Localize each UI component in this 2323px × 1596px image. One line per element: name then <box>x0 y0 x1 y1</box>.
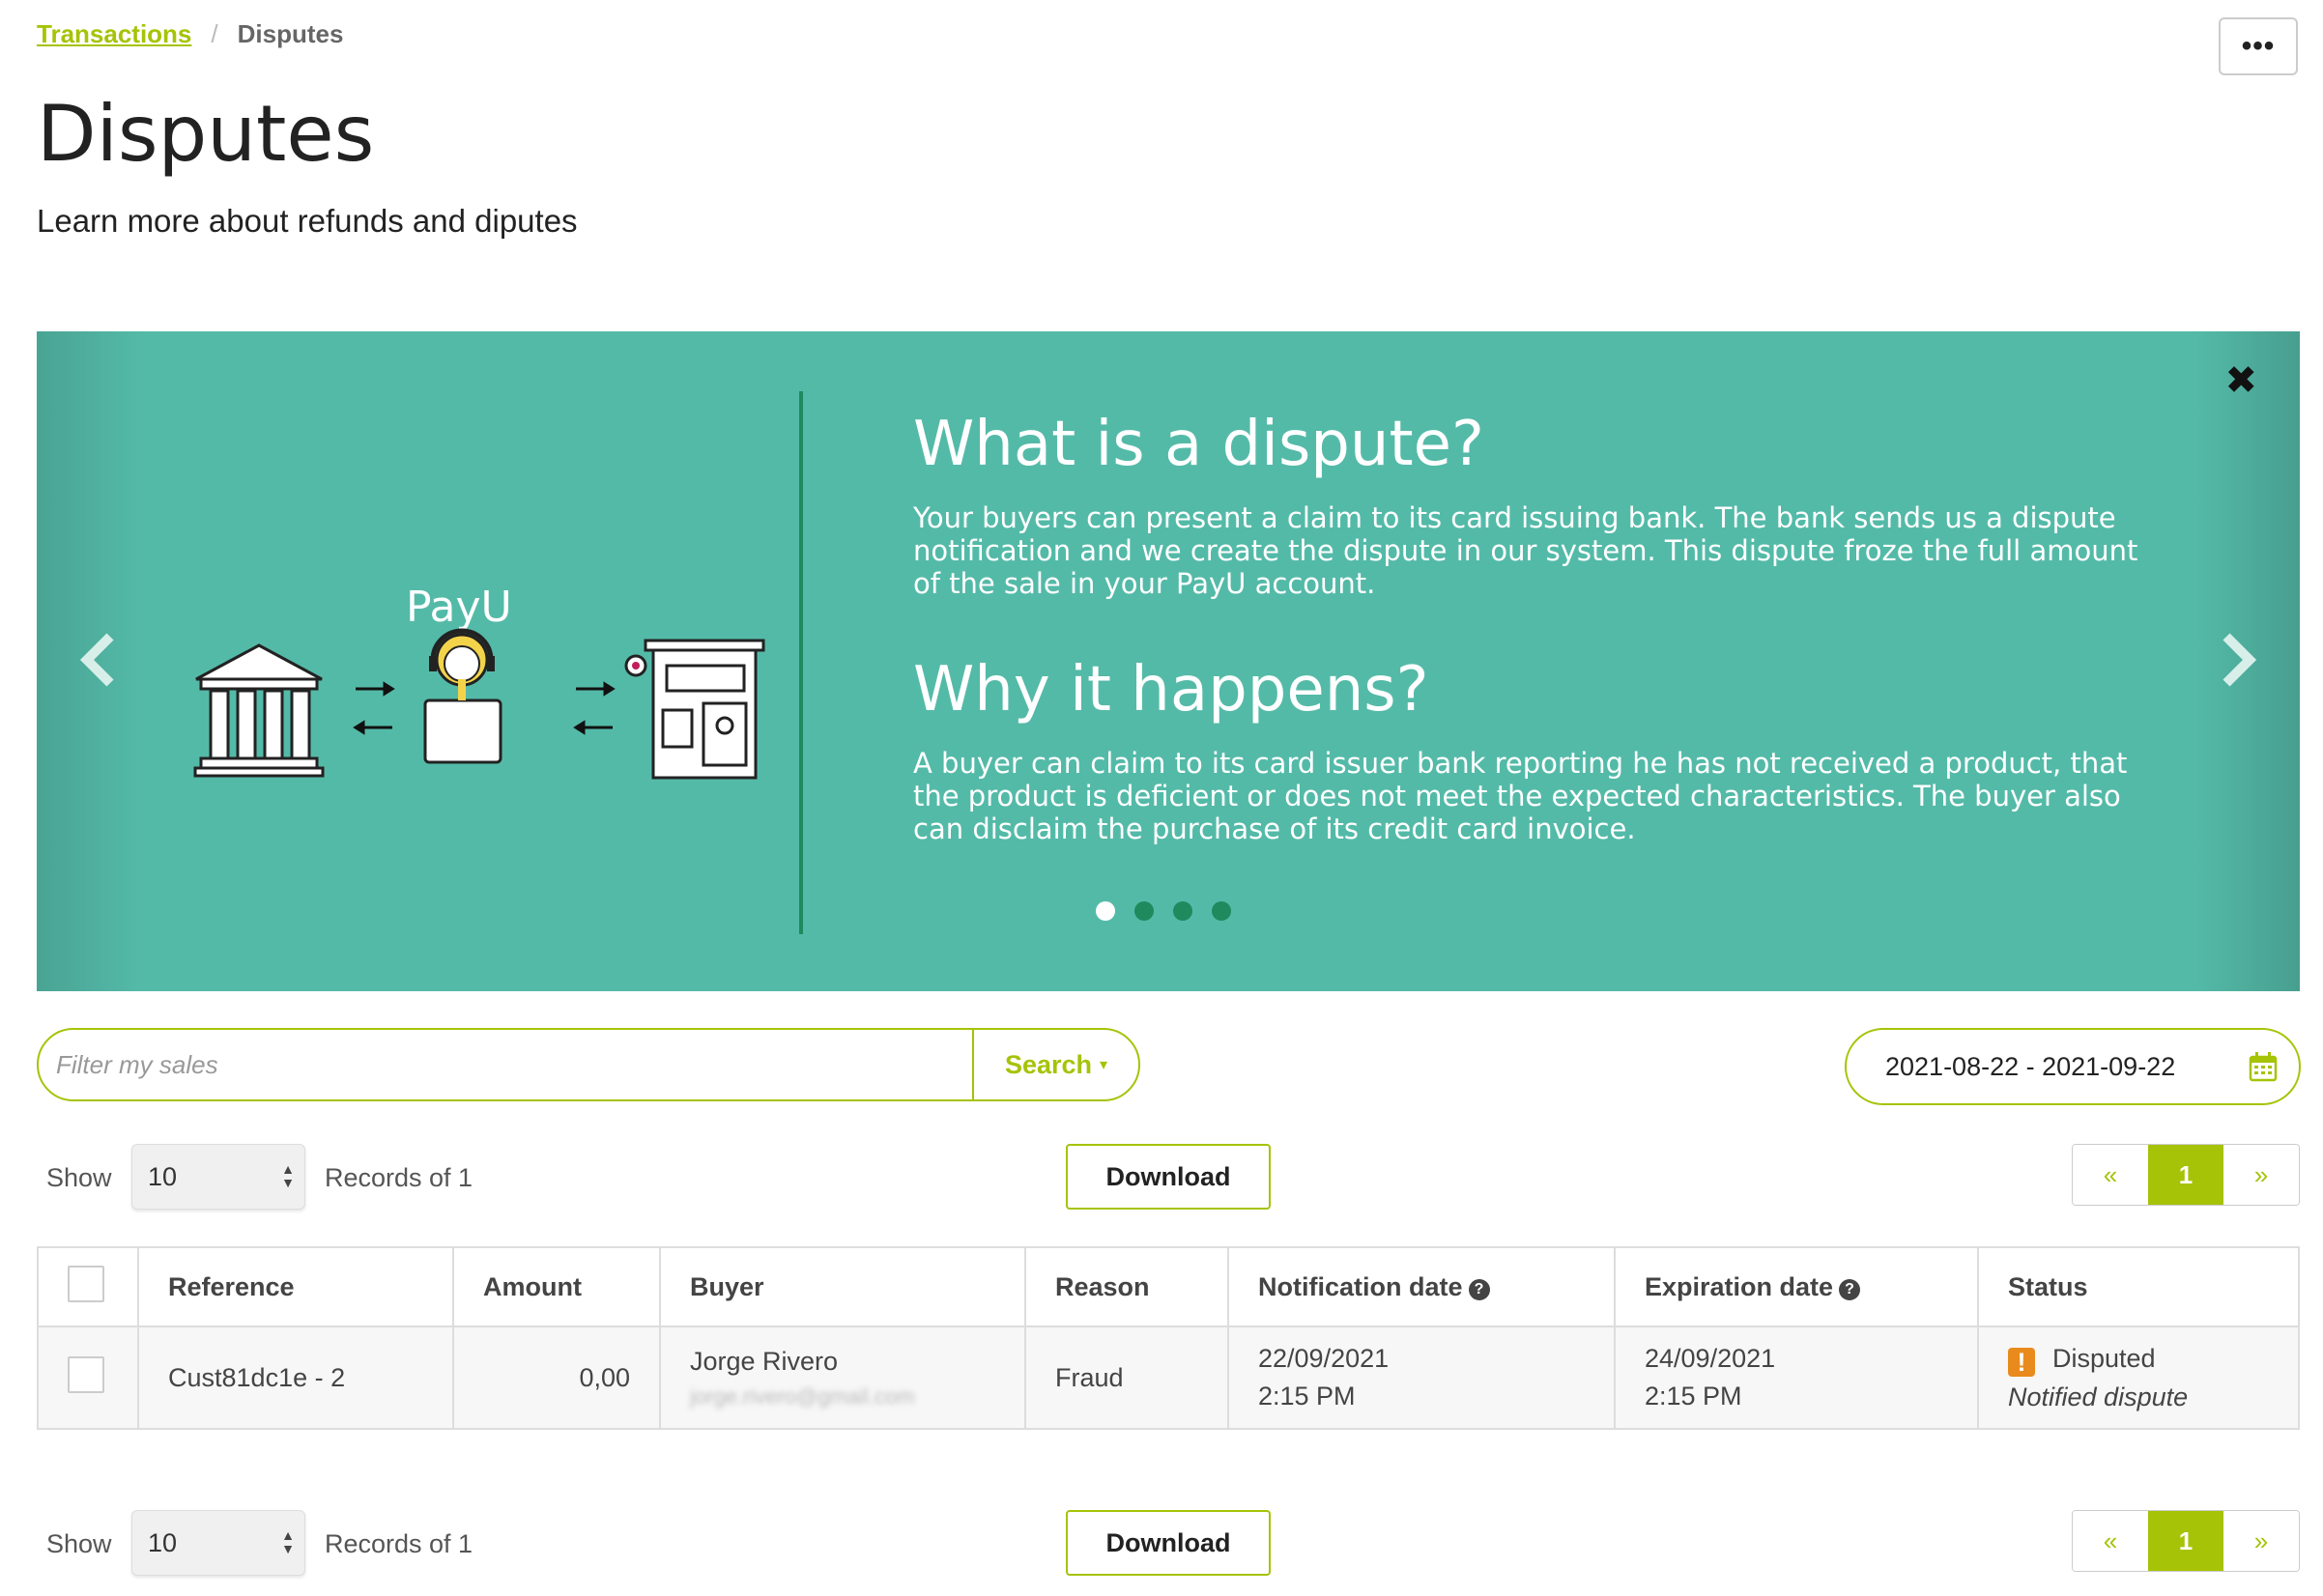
show-label: Show <box>46 1529 112 1558</box>
carousel-dot-1[interactable] <box>1096 901 1115 921</box>
notification-time: 2:15 PM <box>1258 1382 1356 1411</box>
carousel-dot-4[interactable] <box>1212 901 1231 921</box>
table-controls-bottom: Show 10 ▲ ▼ Records of 1 Download « 1 » <box>37 1510 2300 1580</box>
page-size-value: 10 <box>148 1527 178 1557</box>
pagination: « 1 » <box>2072 1144 2300 1206</box>
header-amount[interactable]: Amount <box>453 1247 661 1327</box>
breadcrumb-current: Disputes <box>237 19 344 48</box>
buyer-email: jorge.rivero@gmail.com <box>690 1383 915 1409</box>
row-checkbox[interactable] <box>68 1355 104 1393</box>
what-is-dispute-heading: What is a dispute? <box>913 409 1484 480</box>
header-expiration-date-label: Expiration date <box>1645 1271 1834 1301</box>
row-select-cell <box>38 1326 139 1429</box>
cell-reference: Cust81dc1e - 2 <box>138 1326 454 1429</box>
breadcrumb-transactions-link[interactable]: Transactions <box>37 19 191 49</box>
page-size-select[interactable]: 10 ▲ ▼ <box>131 1144 305 1210</box>
carousel-dot-3[interactable] <box>1173 901 1192 921</box>
table-controls-top: Show 10 ▲ ▼ Records of 1 Download « 1 » <box>37 1144 2300 1213</box>
pagination-page-1[interactable]: 1 <box>2148 1511 2223 1571</box>
header-status[interactable]: Status <box>1978 1247 2300 1327</box>
warning-icon: ! <box>2008 1347 2035 1377</box>
close-banner-icon[interactable]: ✖ <box>2224 358 2257 403</box>
expiration-date: 24/09/2021 <box>1645 1344 1776 1373</box>
what-is-dispute-text: Your buyers can present a claim to its c… <box>913 501 2138 600</box>
why-it-happens-heading: Why it happens? <box>913 654 1429 726</box>
status-detail: Notified dispute <box>2008 1382 2189 1411</box>
download-button[interactable]: Download <box>1066 1144 1271 1210</box>
why-it-happens-text: A buyer can claim to its card issuer ban… <box>913 747 2128 845</box>
page-subtitle: Learn more about refunds and diputes <box>37 203 578 239</box>
pagination-page-1[interactable]: 1 <box>2148 1145 2223 1205</box>
cell-notification-date: 22/09/2021 2:15 PM <box>1228 1326 1616 1429</box>
pagination-first-button[interactable]: « <box>2073 1145 2148 1205</box>
payu-logo: PayU <box>406 583 512 632</box>
dispute-flow-illustration: PayU <box>193 583 765 780</box>
help-icon[interactable]: ? <box>1468 1278 1490 1300</box>
expiration-time: 2:15 PM <box>1645 1382 1742 1411</box>
store-icon <box>624 639 765 780</box>
calendar-icon[interactable] <box>2249 1051 2278 1082</box>
table-header-row: Reference Amount Buyer Reason Notificati… <box>38 1247 2300 1327</box>
carousel-next-arrow-icon[interactable] <box>2213 631 2261 689</box>
carousel-dot-2[interactable] <box>1134 901 1154 921</box>
cell-reason: Fraud <box>1025 1326 1229 1429</box>
date-range-picker[interactable]: 2021-08-22 - 2021-09-22 <box>1845 1028 2301 1105</box>
pagination-last-button[interactable]: » <box>2223 1511 2299 1571</box>
download-button[interactable]: Download <box>1066 1510 1271 1576</box>
page-size-value: 10 <box>148 1161 178 1191</box>
cell-expiration-date: 24/09/2021 2:15 PM <box>1615 1326 1979 1429</box>
info-carousel: ✖ PayU What is a dispute? Your buyers ca… <box>37 331 2300 991</box>
bank-icon <box>193 643 325 778</box>
breadcrumb: Transactions / Disputes <box>37 19 343 49</box>
pagination-last-button[interactable]: » <box>2223 1145 2299 1205</box>
header-notification-date-label: Notification date <box>1258 1271 1463 1301</box>
search-button-label: Search <box>1004 1049 1093 1079</box>
breadcrumb-separator: / <box>211 19 218 48</box>
header-reason[interactable]: Reason <box>1025 1247 1229 1327</box>
more-options-button[interactable]: ••• <box>2219 17 2298 75</box>
carousel-text: What is a dispute? Your buyers can prese… <box>913 409 2169 899</box>
chevron-down-icon: ▾ <box>1100 1057 1108 1073</box>
records-count: Records of 1 <box>325 1163 473 1192</box>
buyer-name: Jorge Rivero <box>690 1346 839 1376</box>
page-title: Disputes <box>37 89 375 179</box>
select-all-checkbox[interactable] <box>68 1265 104 1302</box>
disputes-table: Reference Amount Buyer Reason Notificati… <box>37 1246 2300 1430</box>
search-button[interactable]: Search ▾ <box>972 1030 1138 1099</box>
header-buyer[interactable]: Buyer <box>660 1247 1026 1327</box>
carousel-prev-arrow-icon[interactable] <box>75 631 124 689</box>
pagination-first-button[interactable]: « <box>2073 1511 2148 1571</box>
pagination: « 1 » <box>2072 1510 2300 1572</box>
notification-date: 22/09/2021 <box>1258 1344 1390 1373</box>
header-reference[interactable]: Reference <box>138 1247 454 1327</box>
carousel-indicators <box>1096 901 1231 921</box>
help-icon[interactable]: ? <box>1839 1278 1861 1300</box>
header-notification-date[interactable]: Notification date? <box>1228 1247 1616 1327</box>
filter-search-bar: Search ▾ <box>37 1028 1140 1101</box>
cell-amount: 0,00 <box>453 1326 661 1429</box>
cell-status: ! Disputed Notified dispute <box>1978 1326 2300 1429</box>
cell-buyer: Jorge Rivero jorge.rivero@gmail.com <box>660 1326 1026 1429</box>
status-label: Disputed <box>2052 1343 2156 1373</box>
carousel-divider <box>799 391 803 934</box>
select-all-cell <box>38 1247 139 1327</box>
support-agent-icon <box>423 628 502 764</box>
records-count: Records of 1 <box>325 1529 473 1558</box>
select-arrows-icon: ▲ ▼ <box>281 1527 295 1556</box>
select-arrows-icon: ▲ ▼ <box>281 1161 295 1190</box>
header-expiration-date[interactable]: Expiration date? <box>1615 1247 1979 1327</box>
page-size-select[interactable]: 10 ▲ ▼ <box>131 1510 305 1576</box>
table-row[interactable]: Cust81dc1e - 2 0,00 Jorge Rivero jorge.r… <box>38 1326 2300 1429</box>
show-label: Show <box>46 1163 112 1192</box>
filter-sales-input[interactable] <box>39 1030 972 1099</box>
date-range-value: 2021-08-22 - 2021-09-22 <box>1885 1051 2176 1081</box>
